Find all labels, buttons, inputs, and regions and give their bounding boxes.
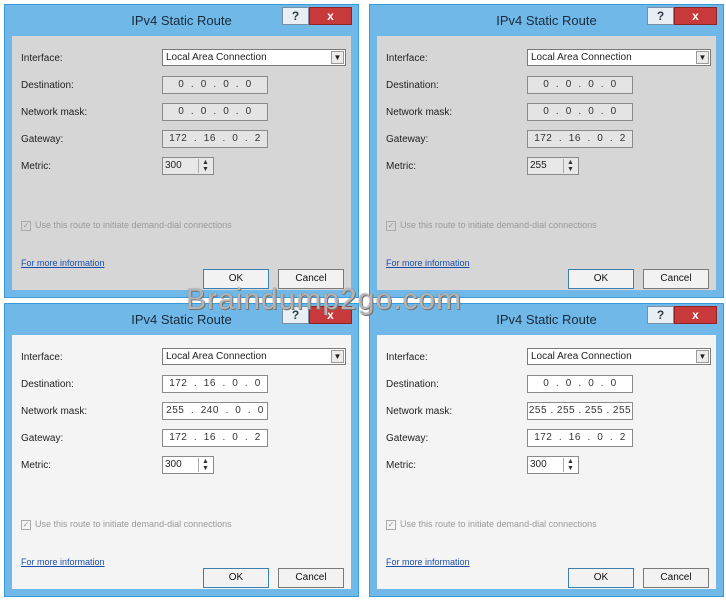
metric-spinner[interactable]: 300 ▲ ▼: [527, 456, 579, 474]
destination-label: Destination:: [386, 80, 439, 91]
network-mask-label: Network mask:: [386, 406, 453, 417]
title-bar[interactable]: IPv4 Static Route ? x: [370, 5, 723, 35]
gateway-field[interactable]: 172 . 16 . 0 . 2: [162, 130, 268, 148]
close-button[interactable]: x: [309, 7, 352, 25]
dialog-top-right: IPv4 Static Route ? x Interface: Local A…: [369, 4, 724, 298]
close-button[interactable]: x: [674, 7, 717, 25]
checkbox-icon: ✓: [21, 220, 31, 231]
gateway-label: Gateway:: [386, 433, 429, 444]
network-mask-field[interactable]: 255 . 255 . 255 . 255: [527, 402, 633, 420]
interface-dropdown[interactable]: Local Area Connection ▼: [527, 348, 711, 365]
interface-label: Interface:: [21, 53, 63, 64]
destination-field[interactable]: 0 . 0 . 0 . 0: [162, 76, 268, 94]
ok-button[interactable]: OK: [568, 568, 634, 588]
network-mask-label: Network mask:: [21, 406, 88, 417]
dialog-client: Interface: Local Area Connection ▼ Desti…: [377, 335, 716, 589]
metric-label: Metric:: [21, 161, 51, 172]
gateway-field[interactable]: 172 . 16 . 0 . 2: [162, 429, 268, 447]
interface-label: Interface:: [386, 352, 428, 363]
interface-label: Interface:: [21, 352, 63, 363]
interface-dropdown[interactable]: Local Area Connection ▼: [162, 49, 346, 66]
close-button[interactable]: x: [674, 306, 717, 324]
metric-label: Metric:: [386, 161, 416, 172]
network-mask-field[interactable]: 255 . 240 . 0 . 0: [162, 402, 268, 420]
interface-value: Local Area Connection: [166, 351, 267, 362]
dialog-top-left: IPv4 Static Route ? x Interface: Local A…: [4, 4, 359, 298]
metric-value: 255: [530, 160, 547, 171]
chevron-down-icon[interactable]: ▼: [331, 350, 344, 363]
gateway-label: Gateway:: [21, 134, 64, 145]
dialog-bottom-left: IPv4 Static Route ? x Interface: Local A…: [4, 303, 359, 597]
checkbox-label: Use this route to initiate demand-dial c…: [35, 220, 232, 230]
gateway-field[interactable]: 172 . 16 . 0 . 2: [527, 429, 633, 447]
interface-value: Local Area Connection: [531, 52, 632, 63]
metric-label: Metric:: [386, 460, 416, 471]
interface-value: Local Area Connection: [531, 351, 632, 362]
spinner-arrows-icon[interactable]: ▲ ▼: [563, 458, 577, 472]
cancel-button[interactable]: Cancel: [278, 568, 344, 588]
help-button[interactable]: ?: [647, 7, 674, 25]
checkbox-icon: ✓: [21, 519, 31, 530]
destination-label: Destination:: [21, 80, 74, 91]
metric-label: Metric:: [21, 460, 51, 471]
destination-label: Destination:: [386, 379, 439, 390]
spinner-arrows-icon[interactable]: ▲ ▼: [563, 159, 577, 173]
cancel-button[interactable]: Cancel: [643, 568, 709, 588]
network-mask-field[interactable]: 0 . 0 . 0 . 0: [162, 103, 268, 121]
dialog-client: Interface: Local Area Connection ▼ Desti…: [12, 335, 351, 589]
metric-value: 300: [165, 459, 182, 470]
cancel-button[interactable]: Cancel: [643, 269, 709, 289]
interface-label: Interface:: [386, 53, 428, 64]
interface-dropdown[interactable]: Local Area Connection ▼: [162, 348, 346, 365]
more-info-link[interactable]: For more information: [21, 258, 105, 268]
network-mask-field[interactable]: 0 . 0 . 0 . 0: [527, 103, 633, 121]
checkbox-label: Use this route to initiate demand-dial c…: [400, 519, 597, 529]
gateway-field[interactable]: 172 . 16 . 0 . 2: [527, 130, 633, 148]
demand-dial-checkbox[interactable]: ✓ Use this route to initiate demand-dial …: [21, 519, 232, 530]
network-mask-label: Network mask:: [21, 107, 88, 118]
chevron-down-icon[interactable]: ▼: [331, 51, 344, 64]
metric-value: 300: [165, 160, 182, 171]
metric-spinner[interactable]: 255 ▲ ▼: [527, 157, 579, 175]
gateway-label: Gateway:: [386, 134, 429, 145]
title-bar[interactable]: IPv4 Static Route ? x: [5, 5, 358, 35]
dialog-bottom-right: IPv4 Static Route ? x Interface: Local A…: [369, 303, 724, 597]
ok-button[interactable]: OK: [568, 269, 634, 289]
chevron-down-icon[interactable]: ▼: [696, 51, 709, 64]
ok-button[interactable]: OK: [203, 568, 269, 588]
chevron-down-icon[interactable]: ▼: [696, 350, 709, 363]
destination-label: Destination:: [21, 379, 74, 390]
dialog-client: Interface: Local Area Connection ▼ Desti…: [12, 36, 351, 290]
destination-field[interactable]: 0 . 0 . 0 . 0: [527, 76, 633, 94]
spinner-arrows-icon[interactable]: ▲ ▼: [198, 159, 212, 173]
more-info-link[interactable]: For more information: [21, 557, 105, 567]
metric-spinner[interactable]: 300 ▲ ▼: [162, 157, 214, 175]
demand-dial-checkbox[interactable]: ✓ Use this route to initiate demand-dial …: [386, 519, 597, 530]
interface-dropdown[interactable]: Local Area Connection ▼: [527, 49, 711, 66]
more-info-link[interactable]: For more information: [386, 557, 470, 567]
checkbox-icon: ✓: [386, 519, 396, 530]
more-info-link[interactable]: For more information: [386, 258, 470, 268]
checkbox-label: Use this route to initiate demand-dial c…: [35, 519, 232, 529]
destination-field[interactable]: 172 . 16 . 0 . 0: [162, 375, 268, 393]
help-button[interactable]: ?: [647, 306, 674, 324]
network-mask-label: Network mask:: [386, 107, 453, 118]
spinner-arrows-icon[interactable]: ▲ ▼: [198, 458, 212, 472]
demand-dial-checkbox[interactable]: ✓ Use this route to initiate demand-dial …: [386, 220, 597, 231]
checkbox-icon: ✓: [386, 220, 396, 231]
metric-spinner[interactable]: 300 ▲ ▼: [162, 456, 214, 474]
demand-dial-checkbox[interactable]: ✓ Use this route to initiate demand-dial …: [21, 220, 232, 231]
watermark-text: Braindump2go.com: [186, 283, 463, 316]
help-button[interactable]: ?: [282, 7, 309, 25]
checkbox-label: Use this route to initiate demand-dial c…: [400, 220, 597, 230]
dialog-client: Interface: Local Area Connection ▼ Desti…: [377, 36, 716, 290]
gateway-label: Gateway:: [21, 433, 64, 444]
metric-value: 300: [530, 459, 547, 470]
destination-field[interactable]: 0 . 0 . 0 . 0: [527, 375, 633, 393]
interface-value: Local Area Connection: [166, 52, 267, 63]
